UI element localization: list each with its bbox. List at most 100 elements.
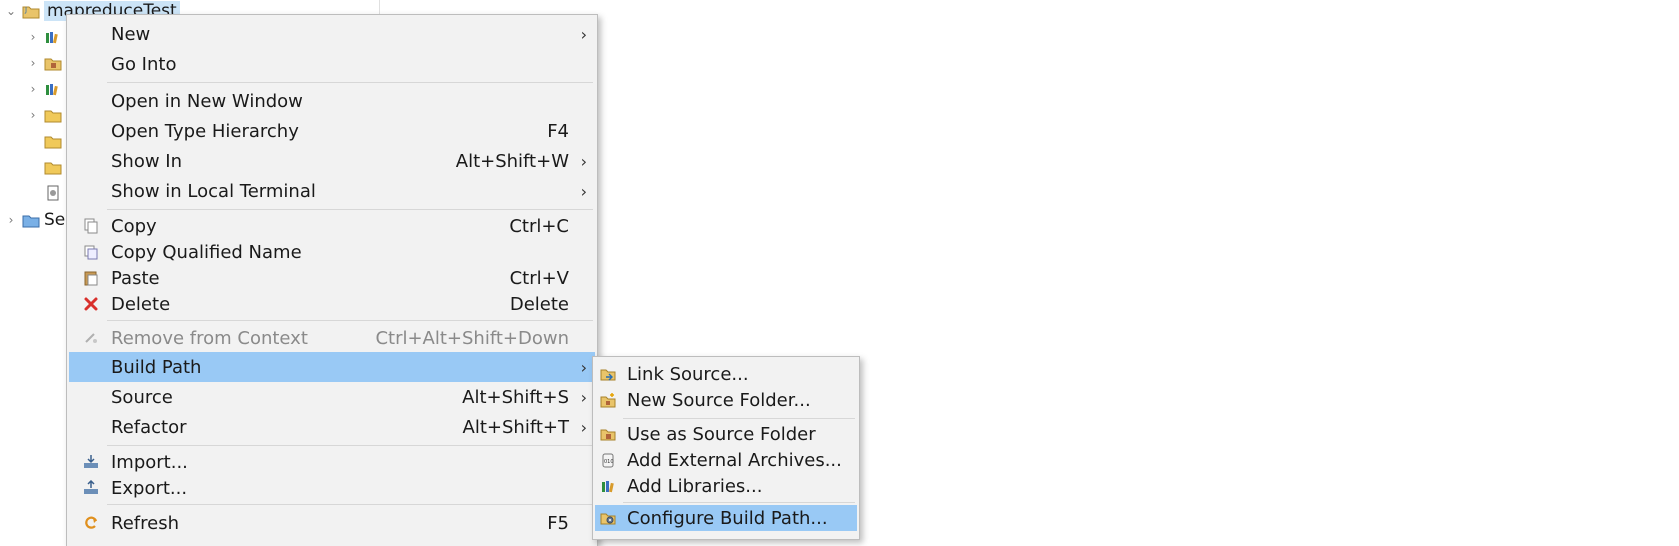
menu-item-build-path[interactable]: Build Path › [69, 352, 595, 382]
menu-item-label: Import... [111, 451, 188, 473]
menu-shortcut: F5 [547, 512, 569, 534]
svg-text:010: 010 [604, 459, 614, 465]
tree-row[interactable]: › [26, 52, 62, 74]
menu-item-new[interactable]: New › [69, 19, 595, 49]
menu-separator [107, 320, 593, 321]
menu-shortcut: Delete [509, 293, 569, 315]
tree-row[interactable]: › [26, 78, 62, 100]
menu-item-source[interactable]: Source Alt+Shift+S › [69, 382, 595, 412]
tree-row[interactable] [26, 182, 62, 204]
menu-item-label: Go Into [111, 53, 177, 75]
menu-item-open-type-hierarchy[interactable]: Open Type Hierarchy F4 [69, 116, 595, 146]
submenu-item-configure-build-path[interactable]: Configure Build Path... [595, 505, 857, 531]
second-project-label[interactable]: Se [44, 210, 65, 230]
configure-build-path-icon [600, 510, 616, 526]
submenu-item-label: Add External Archives... [627, 449, 842, 471]
context-menu: New › Go Into Open in New Window Open Ty… [66, 14, 598, 546]
tree-row[interactable]: › [26, 104, 62, 126]
menu-item-label: Delete [111, 293, 171, 315]
menu-item-copy[interactable]: Copy Ctrl+C [69, 213, 595, 239]
folder-icon [44, 133, 62, 149]
menu-item-open-new-window[interactable]: Open in New Window [69, 86, 595, 116]
tree-row-second-project[interactable]: › Se [4, 209, 66, 231]
menu-shortcut: Alt+Shift+W [455, 150, 569, 172]
export-icon [83, 479, 99, 496]
paste-icon [83, 270, 99, 286]
chevron-right-icon: › [580, 387, 587, 407]
folder-icon [44, 159, 62, 175]
submenu-item-use-as-source-folder[interactable]: Use as Source Folder [595, 421, 857, 447]
menu-item-import[interactable]: Import... [69, 449, 595, 475]
submenu-item-label: Add Libraries... [627, 475, 763, 497]
source-folder-icon [600, 426, 616, 442]
library-icon [44, 81, 62, 97]
menu-shortcut: Alt+Shift+T [462, 416, 569, 438]
chevron-right-icon[interactable]: › [26, 56, 40, 70]
menu-shortcut: Ctrl+Alt+Shift+Down [375, 327, 569, 349]
menu-separator [623, 502, 855, 503]
library-icon [44, 29, 62, 45]
chevron-right-icon[interactable]: › [26, 108, 40, 122]
menu-item-label: Refresh [111, 512, 179, 534]
folder-icon [44, 107, 62, 123]
menu-item-paste[interactable]: Paste Ctrl+V [69, 265, 595, 291]
menu-item-go-into[interactable]: Go Into [69, 49, 595, 79]
jar-icon: 010 [600, 452, 616, 468]
menu-item-refresh[interactable]: Refresh F5 [69, 508, 595, 538]
remove-context-icon [83, 330, 99, 346]
copy-icon [83, 218, 99, 234]
menu-item-label: Source [111, 386, 173, 408]
chevron-right-icon[interactable]: › [26, 30, 40, 44]
project-folder-icon [22, 212, 40, 228]
new-source-folder-icon [600, 392, 616, 408]
menu-item-label: Open in New Window [111, 90, 303, 112]
menu-separator [107, 82, 593, 83]
chevron-right-icon: › [580, 357, 587, 377]
chevron-right-icon: › [580, 181, 587, 201]
menu-item-copy-qualified-name[interactable]: Copy Qualified Name [69, 239, 595, 265]
menu-item-label: Copy Qualified Name [111, 241, 302, 263]
submenu-item-add-libraries[interactable]: Add Libraries... [595, 473, 857, 499]
build-path-submenu: Link Source... New Source Folder... Use … [592, 356, 860, 540]
file-icon [44, 185, 62, 201]
menu-item-label: Refactor [111, 416, 187, 438]
refresh-icon [83, 515, 99, 531]
chevron-right-icon: › [580, 417, 587, 437]
menu-item-label: Remove from Context [111, 327, 308, 349]
menu-item-delete[interactable]: Delete Delete [69, 291, 595, 317]
menu-item-label: Build Path [111, 356, 202, 378]
delete-icon [83, 296, 99, 312]
library-icon [600, 478, 616, 494]
submenu-item-new-source-folder[interactable]: New Source Folder... [595, 387, 857, 413]
submenu-item-label: New Source Folder... [627, 389, 811, 411]
menu-item-show-in[interactable]: Show In Alt+Shift+W › [69, 146, 595, 176]
tree-row[interactable] [26, 130, 62, 152]
menu-item-label: Export... [111, 477, 188, 499]
submenu-item-add-external-archives[interactable]: 010 Add External Archives... [595, 447, 857, 473]
menu-item-export[interactable]: Export... [69, 475, 595, 501]
menu-item-label: Copy [111, 215, 157, 237]
menu-item-label: New [111, 23, 151, 45]
chevron-right-icon[interactable]: › [4, 213, 18, 227]
chevron-down-icon[interactable]: ⌄ [4, 4, 18, 18]
chevron-right-icon: › [580, 151, 587, 171]
menu-separator [107, 445, 593, 446]
chevron-right-icon: › [580, 24, 587, 44]
menu-item-label: Open Type Hierarchy [111, 120, 299, 142]
menu-shortcut: Ctrl+V [509, 267, 569, 289]
menu-shortcut: Ctrl+C [509, 215, 569, 237]
menu-item-label: Show In [111, 150, 183, 172]
menu-item-show-local-terminal[interactable]: Show in Local Terminal › [69, 176, 595, 206]
submenu-item-label: Link Source... [627, 363, 749, 385]
menu-item-label: Paste [111, 267, 160, 289]
submenu-item-link-source[interactable]: Link Source... [595, 361, 857, 387]
submenu-item-label: Use as Source Folder [627, 423, 816, 445]
package-folder-icon [44, 55, 62, 71]
menu-item-refactor[interactable]: Refactor Alt+Shift+T › [69, 412, 595, 442]
copy-qualified-icon [83, 244, 99, 260]
menu-shortcut: F4 [547, 120, 569, 142]
tree-row[interactable] [26, 156, 62, 178]
tree-row[interactable]: › [26, 26, 62, 48]
menu-item-label: Show in Local Terminal [111, 180, 316, 202]
chevron-right-icon[interactable]: › [26, 82, 40, 96]
